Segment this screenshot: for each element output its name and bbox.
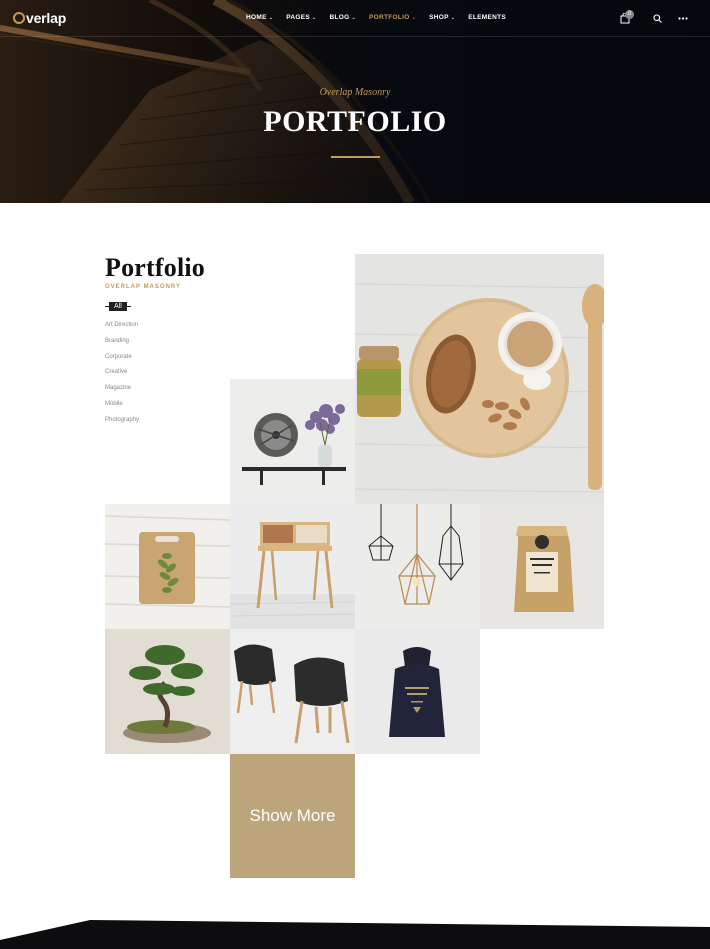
title-divider <box>331 156 380 158</box>
filter-mobile[interactable]: Mobile <box>105 399 139 415</box>
chevron-down-icon: ⌄ <box>450 15 456 21</box>
show-more-button[interactable]: Show More <box>230 754 355 878</box>
portfolio-item-cutting-board[interactable] <box>105 504 230 629</box>
portfolio-item-pendant-lamps[interactable] <box>355 504 480 629</box>
filter-all[interactable]: All <box>105 302 139 311</box>
clock-shelf-image <box>242 404 346 485</box>
filter-magazine[interactable]: Magazine <box>105 383 139 399</box>
menu-item-blog[interactable]: BLOG ⌄ <box>329 14 355 21</box>
portfolio-item-chairs[interactable] <box>230 629 355 754</box>
portfolio-subheading: OVERLAP MASONRY <box>105 284 182 290</box>
menu-label: BLOG <box>329 14 350 21</box>
portfolio-item-bonsai[interactable] <box>105 629 230 754</box>
portfolio-item-clock-shelf[interactable] <box>230 379 355 504</box>
chevron-down-icon: ⌄ <box>311 15 317 21</box>
cart-button[interactable]: 0 <box>616 9 634 27</box>
chairs-image <box>234 644 350 744</box>
cutting-board-image <box>105 515 230 608</box>
chevron-down-icon: ⌄ <box>411 15 417 21</box>
filter-branding[interactable]: Branding <box>105 336 139 352</box>
nav-icons: 0 <box>608 9 692 27</box>
page-title: PORTFOLIO <box>263 105 447 138</box>
main-menu: HOME ⌄ PAGES ⌄ BLOG ⌄ PORTFOLIO ⌄ SHOP ⌄ ELEM… <box>246 14 519 21</box>
filter-all-label: All <box>109 302 127 311</box>
more-icon <box>678 16 688 20</box>
cart-count-badge: 0 <box>625 10 634 19</box>
chevron-down-icon: ⌄ <box>351 15 356 21</box>
portfolio-item-console-table[interactable] <box>230 504 355 629</box>
pendant-lamps-image <box>368 504 464 605</box>
menu-item-shop[interactable]: SHOP ⌄ <box>429 14 455 21</box>
menu-label: HOME <box>246 14 267 21</box>
black-sack-image <box>389 647 445 737</box>
coffee-bag-image <box>514 526 574 612</box>
portfolio-item-black-sack[interactable] <box>355 629 480 754</box>
menu-item-elements[interactable]: ELEMENTS <box>468 14 506 21</box>
filter-art-direction[interactable]: Art Direction <box>105 320 139 336</box>
menu-item-home[interactable]: HOME ⌄ <box>246 14 273 21</box>
portfolio-filters: All Art Direction Branding Corporate Cre… <box>105 302 139 431</box>
more-button[interactable] <box>674 9 692 27</box>
top-navigation: verlap HOME ⌄ PAGES ⌄ BLOG ⌄ PORTFOLIO ⌄ SHO… <box>0 0 710 37</box>
breakfast-image <box>355 283 604 493</box>
site-logo[interactable]: verlap <box>13 10 66 26</box>
console-table-image <box>230 522 355 629</box>
search-button[interactable] <box>648 9 666 27</box>
menu-item-portfolio[interactable]: PORTFOLIO ⌄ <box>369 14 416 21</box>
filter-line-right <box>126 306 131 307</box>
portfolio-item-coffee-bag[interactable] <box>480 504 604 629</box>
logo-text: verlap <box>26 10 67 26</box>
portfolio-heading: Portfolio <box>105 253 205 282</box>
menu-label: SHOP <box>429 14 449 21</box>
hero-banner: verlap HOME ⌄ PAGES ⌄ BLOG ⌄ PORTFOLIO ⌄ SHO… <box>0 0 710 203</box>
search-icon <box>652 13 662 23</box>
menu-label: PAGES <box>286 14 310 21</box>
filter-corporate[interactable]: Corporate <box>105 352 139 368</box>
chevron-down-icon: ⌄ <box>268 15 274 21</box>
hero-subtitle: Overlap Masonry <box>319 87 391 98</box>
menu-label: ELEMENTS <box>468 14 507 21</box>
bonsai-image <box>123 645 211 743</box>
portfolio-item-breakfast[interactable] <box>355 254 604 504</box>
logo-ring-icon <box>13 12 25 24</box>
filter-creative[interactable]: Creative <box>105 367 139 383</box>
menu-item-pages[interactable]: PAGES ⌄ <box>286 14 316 21</box>
filter-photography[interactable]: Photography <box>105 415 139 431</box>
menu-label: PORTFOLIO <box>368 14 410 21</box>
footer-divider-shape <box>0 920 710 949</box>
